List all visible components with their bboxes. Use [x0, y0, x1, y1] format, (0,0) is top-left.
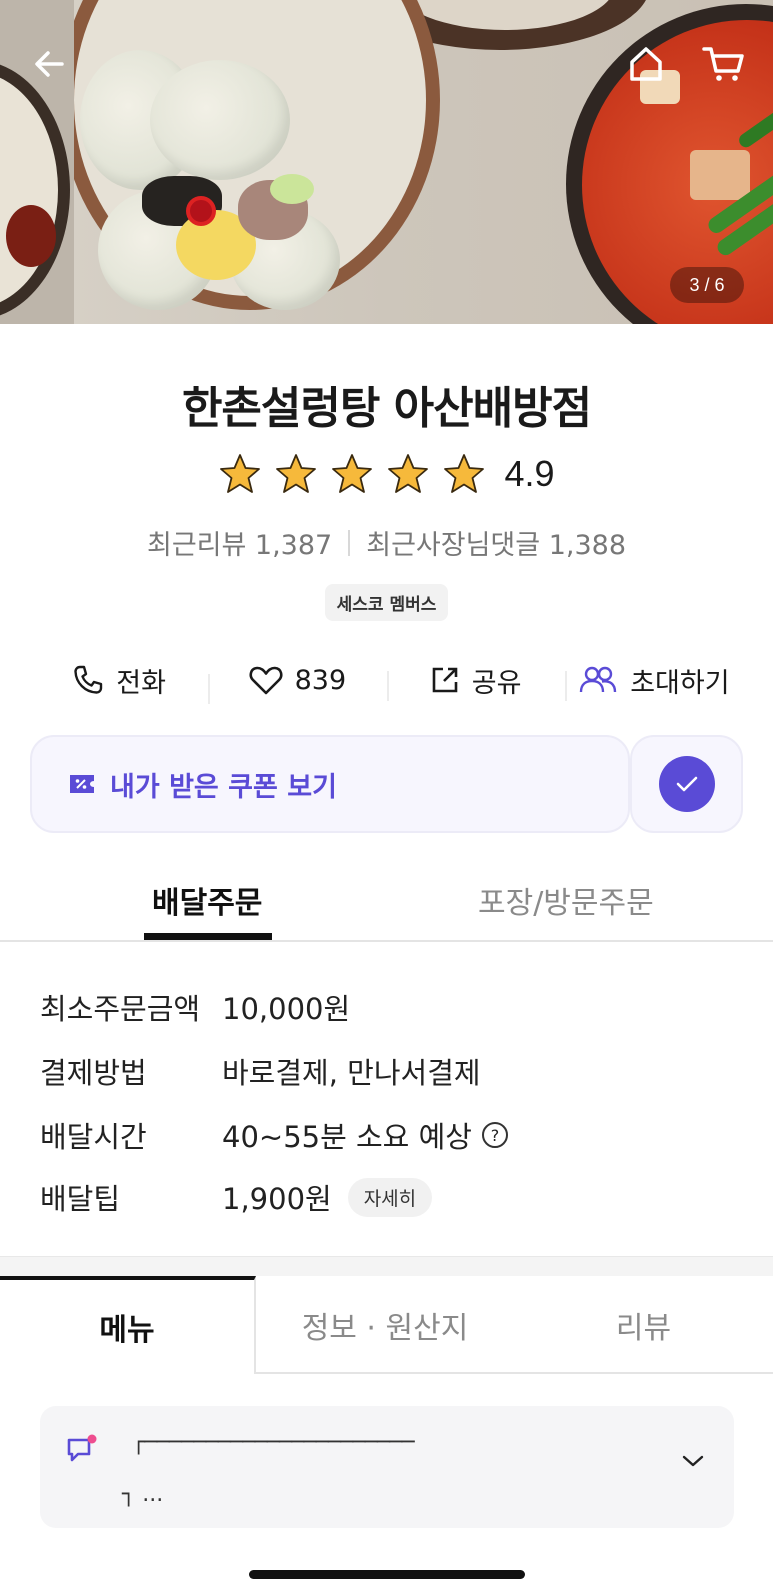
badge-row: 세스코 멤버스 — [0, 584, 773, 621]
delivery-time-value: 40~55분 소요 예상 — [222, 1120, 472, 1154]
star-icon — [388, 454, 429, 493]
rating-row: 4.9 — [0, 452, 773, 496]
star-icon — [220, 454, 261, 493]
delivery-time-row: 배달시간 40~55분 소요 예상 ? — [40, 1114, 508, 1156]
check-icon — [676, 776, 697, 792]
tab-delivery[interactable]: 배달주문 — [152, 878, 262, 922]
call-label: 전화 — [116, 667, 166, 699]
pepper-garnish — [186, 196, 216, 226]
tab-pickup[interactable]: 포장/방문주문 — [478, 878, 654, 922]
favorite-count: 839 — [294, 664, 347, 696]
coupon-check-button[interactable] — [630, 735, 743, 833]
dumpling-image — [150, 60, 290, 180]
coupon-icon — [70, 775, 94, 793]
content-tabs: 메뉴 정보 · 원산지 리뷰 — [0, 1276, 773, 1374]
delivery-tip-value: 1,900원 — [222, 1182, 332, 1216]
my-coupons-button[interactable]: 내가 받은 쿠폰 보기 — [30, 735, 630, 833]
star-icon — [444, 454, 485, 493]
arrow-left-icon — [35, 51, 64, 77]
cart-icon — [702, 47, 744, 81]
jujube-garnish — [6, 205, 56, 267]
tab-menu[interactable]: 메뉴 — [0, 1276, 256, 1374]
delivery-tip-value-group: 1,900원 자세히 — [222, 1176, 433, 1218]
notice-preview-line-2: ┐ ... — [122, 1482, 164, 1507]
help-icon[interactable]: ? — [481, 1122, 508, 1148]
store-name: 한촌설렁탕 아산배방점 — [181, 383, 592, 434]
hero-image-carousel[interactable]: 3 / 6 — [0, 0, 773, 324]
store-notice[interactable]: ┌────────────────────── ┐ ... — [40, 1406, 734, 1528]
delivery-tip-label: 배달팁 — [40, 1182, 121, 1216]
star-icon — [276, 454, 317, 493]
delivery-time-label: 배달시간 — [40, 1120, 147, 1154]
tab-menu-label: 메뉴 — [99, 1313, 155, 1348]
star-icon — [332, 454, 373, 493]
notice-preview-line-1: ┌────────────────────── — [132, 1430, 415, 1455]
recent-owner-replies-link[interactable]: 최근사장님댓글 1,388 — [366, 523, 626, 562]
coupon-label: 내가 받은 쿠폰 보기 — [110, 771, 337, 803]
divider — [348, 529, 351, 556]
tab-info-label: 정보 · 원산지 — [301, 1311, 469, 1346]
recent-reviews-link[interactable]: 최근리뷰 1,387 — [147, 523, 332, 562]
min-order-label: 최소주문금액 — [40, 992, 201, 1026]
payment-value: 바로결제, 만나서결제 — [222, 1056, 481, 1090]
tab-reviews-label: 리뷰 — [615, 1311, 672, 1346]
back-button[interactable] — [26, 40, 74, 88]
tab-info-origin[interactable]: 정보 · 원산지 — [256, 1276, 514, 1374]
notice-icon — [67, 1434, 97, 1462]
people-icon — [579, 666, 617, 693]
home-button[interactable] — [622, 40, 670, 88]
min-order-row: 최소주문금액 10,000원 — [40, 986, 350, 1028]
delivery-tip-row: 배달팁 1,900원 자세히 — [40, 1176, 433, 1218]
call-button[interactable]: 전화 — [30, 661, 208, 700]
tip-detail-button[interactable]: 자세히 — [347, 1177, 433, 1217]
chevron-down-icon — [682, 1455, 704, 1467]
invite-button[interactable]: 초대하기 — [564, 661, 743, 701]
phone-icon — [74, 665, 103, 694]
store-action-bar: 전화 839 공유 초대하기 — [0, 655, 773, 705]
home-icon — [630, 47, 662, 81]
payment-row: 결제방법 바로결제, 만나서결제 — [40, 1050, 481, 1092]
scallion-garnish — [270, 174, 314, 204]
favorite-button[interactable]: 839 — [208, 664, 386, 704]
review-counts: 최근리뷰 1,387 최근사장님댓글 1,388 — [0, 523, 773, 562]
rating-value: 4.9 — [504, 453, 555, 494]
payment-label: 결제방법 — [40, 1056, 147, 1090]
min-order-value: 10,000원 — [222, 992, 351, 1026]
cart-button[interactable] — [700, 40, 748, 88]
share-button[interactable]: 공유 — [386, 661, 565, 701]
section-divider — [0, 1256, 773, 1276]
image-pager-indicator: 3 / 6 — [670, 267, 744, 303]
heart-icon — [249, 666, 283, 695]
order-type-tabs: 배달주문 포장/방문주문 — [0, 870, 773, 942]
active-tab-indicator — [144, 933, 272, 940]
share-label: 공유 — [471, 667, 522, 699]
tab-reviews[interactable]: 리뷰 — [514, 1276, 773, 1374]
soup-image — [0, 72, 58, 308]
invite-label: 초대하기 — [630, 667, 730, 699]
share-icon — [432, 667, 458, 693]
member-badge: 세스코 멤버스 — [324, 584, 449, 621]
tofu-piece — [690, 150, 750, 200]
home-indicator[interactable] — [249, 1570, 525, 1579]
delivery-time-value-group: 40~55분 소요 예상 ? — [222, 1114, 508, 1156]
check-circle — [658, 756, 715, 812]
